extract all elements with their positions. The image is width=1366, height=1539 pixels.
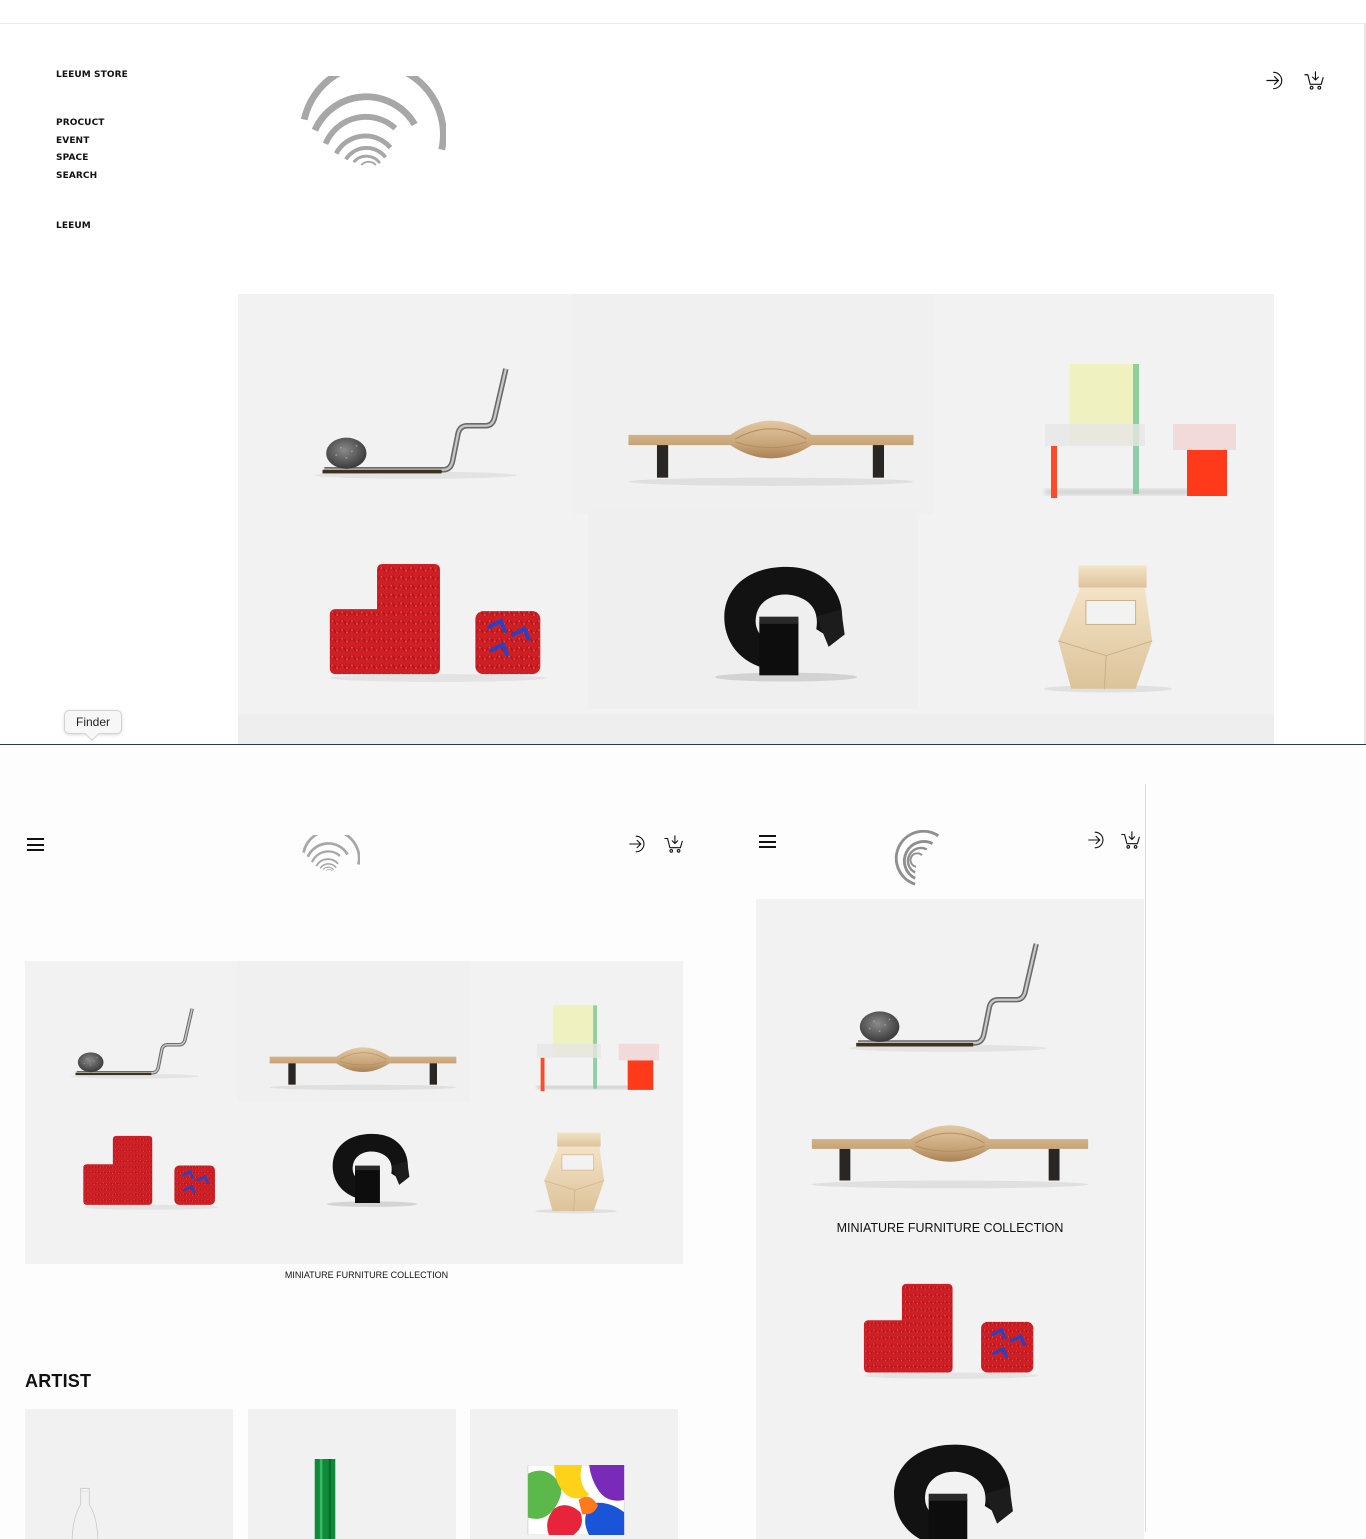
- miniature-furniture-image: [811, 899, 1089, 1539]
- desktop-screen: LEEUM STORE PROCUCT EVENT SPACE SEARCH L…: [0, 0, 1366, 745]
- tablet-hero-banner[interactable]: [25, 961, 683, 1264]
- nav-leeum[interactable]: LEEUM: [56, 221, 128, 231]
- cart-icon[interactable]: [1303, 69, 1326, 92]
- tablet-screen: MINIATURE FURNITURE COLLECTION ARTIST: [0, 800, 710, 1539]
- tablet-store-logo[interactable]: [302, 835, 360, 877]
- browser-top-border: [0, 23, 1366, 24]
- mobile-store-logo[interactable]: [890, 830, 948, 893]
- green-object-image: [314, 1459, 336, 1539]
- login-icon[interactable]: [1264, 69, 1287, 92]
- nav-space[interactable]: SPACE: [56, 150, 128, 168]
- leeum-logo-icon: [302, 835, 360, 872]
- hero-banner[interactable]: [238, 294, 1274, 744]
- colorful-box-image: [527, 1465, 625, 1535]
- leeum-logo-icon: [300, 76, 446, 168]
- leeum-logo-small-icon: [890, 830, 948, 888]
- artist-card-color-box[interactable]: [470, 1409, 678, 1539]
- nav-leeum-store[interactable]: LEEUM STORE: [56, 70, 128, 80]
- mobile-header-icons: [1086, 829, 1142, 851]
- artist-card-green[interactable]: [248, 1409, 456, 1539]
- desktop-side-nav: LEEUM STORE PROCUCT EVENT SPACE SEARCH L…: [56, 70, 128, 231]
- login-icon[interactable]: [1086, 829, 1108, 851]
- cart-icon[interactable]: [1120, 829, 1142, 851]
- mobile-hero-banner[interactable]: [756, 899, 1144, 1539]
- tablet-hero-caption[interactable]: MINIATURE FURNITURE COLLECTION: [25, 1270, 708, 1280]
- desktop-header-icons: [1264, 69, 1326, 92]
- mobile-hero-caption[interactable]: MINIATURE FURNITURE COLLECTION: [756, 1221, 1144, 1235]
- hamburger-icon[interactable]: [759, 835, 776, 848]
- nav-product[interactable]: PROCUCT: [56, 115, 128, 133]
- nav-event[interactable]: EVENT: [56, 133, 128, 151]
- cart-icon[interactable]: [663, 833, 685, 855]
- miniature-furniture-image: [25, 961, 683, 1264]
- store-logo[interactable]: [300, 76, 446, 173]
- login-icon[interactable]: [627, 833, 649, 855]
- mobile-screen: MINIATURE FURNITURE COLLECTION: [744, 784, 1146, 1539]
- glass-vase-image: [71, 1487, 99, 1539]
- nav-search[interactable]: SEARCH: [56, 168, 128, 186]
- hamburger-icon[interactable]: [27, 838, 44, 851]
- tablet-header-icons: [627, 833, 685, 855]
- miniature-furniture-image: [238, 294, 1274, 744]
- artist-card-glass[interactable]: [25, 1409, 233, 1539]
- artist-section-title: ARTIST: [25, 1371, 92, 1391]
- finder-tooltip: Finder: [64, 710, 123, 734]
